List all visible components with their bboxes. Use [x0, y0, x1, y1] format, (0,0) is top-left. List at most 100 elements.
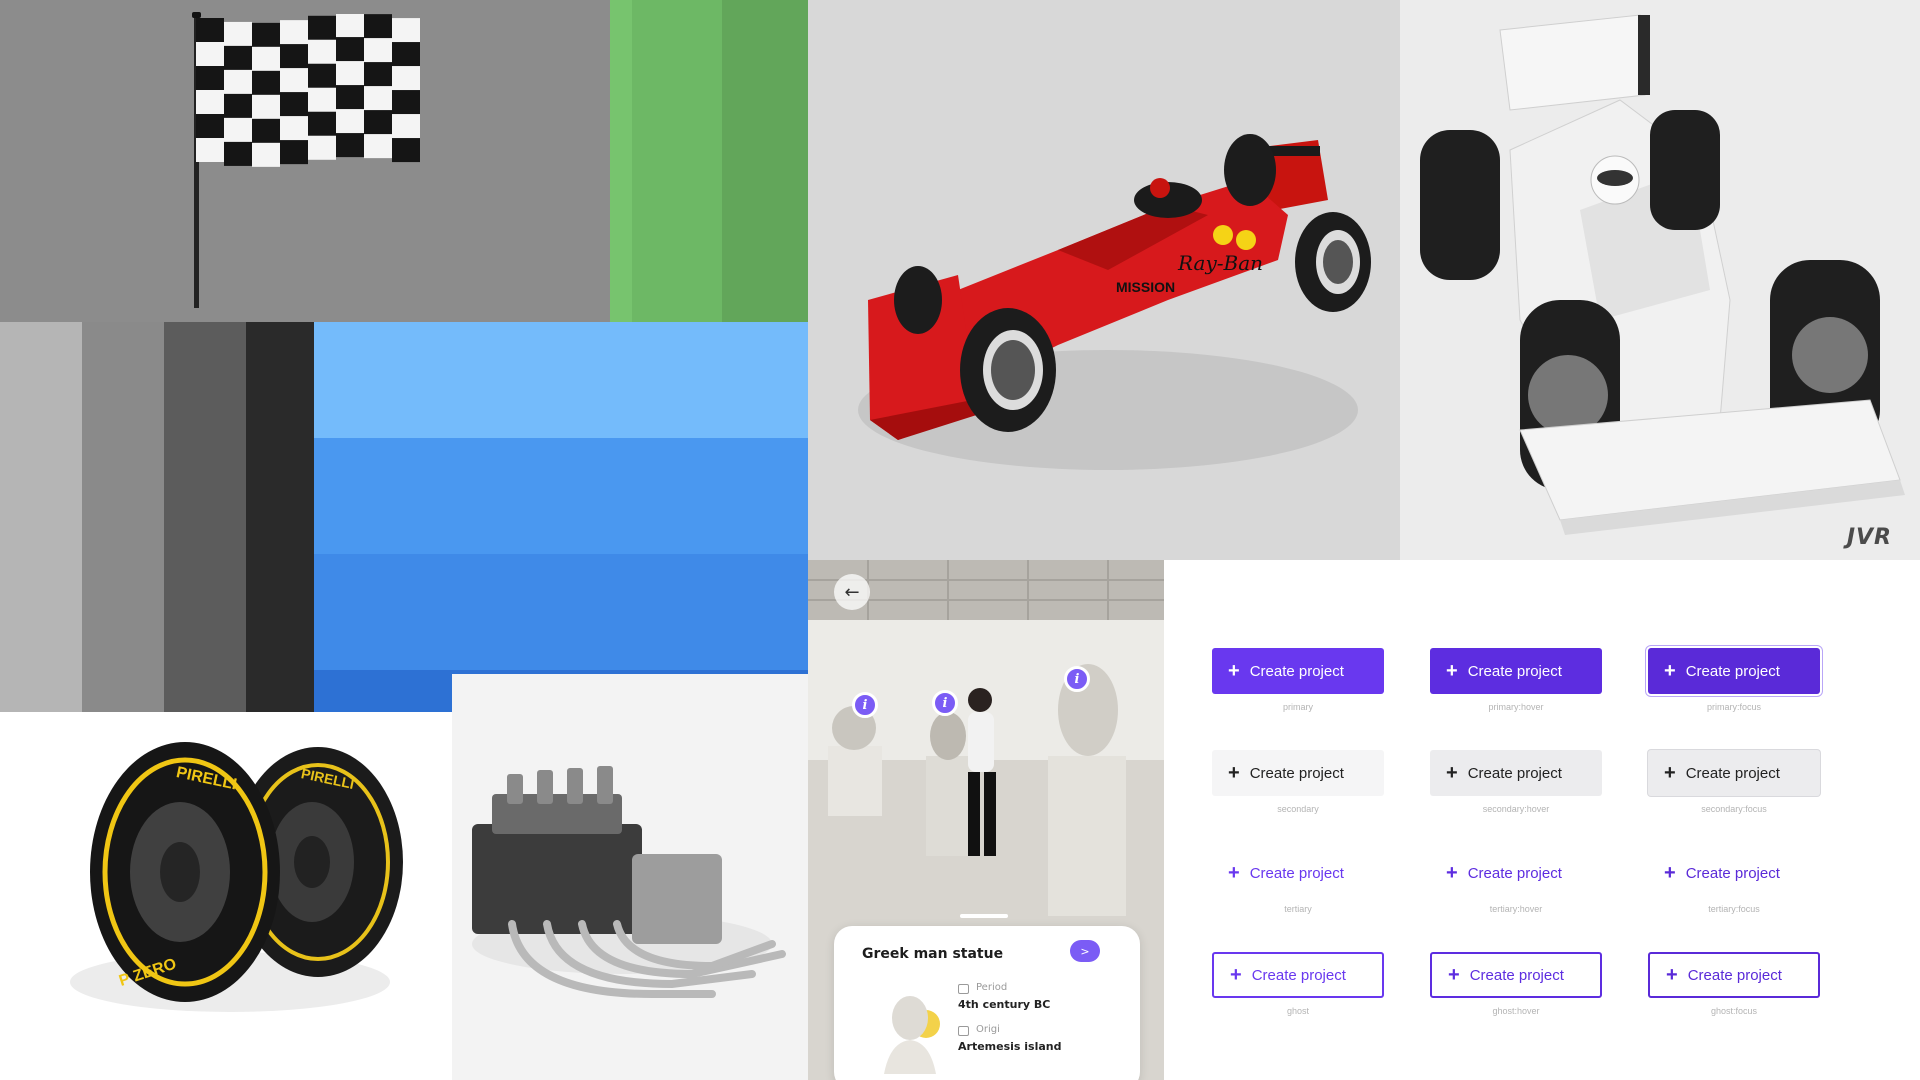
flag-square: [280, 44, 308, 69]
plus-icon: +: [1446, 762, 1458, 784]
plus-icon: +: [1446, 660, 1458, 682]
flag-square: [392, 138, 420, 163]
info-hotspot[interactable]: i: [1064, 666, 1090, 692]
gray-swatch: [246, 322, 314, 712]
flag-square: [392, 42, 420, 67]
button-label: Create project: [1251, 966, 1346, 984]
button-label: Create project: [1685, 864, 1780, 882]
flag-square: [196, 66, 224, 90]
flag-square: [392, 114, 420, 139]
create-project-button-tertiary-focus[interactable]: + Create project: [1648, 850, 1820, 896]
statue-thumbnail: [884, 996, 940, 1074]
flag-square: [392, 66, 420, 91]
flag-square: [336, 109, 364, 134]
period-value: 4th century BC: [958, 998, 1051, 1011]
variant-caption: secondary: [1277, 804, 1319, 814]
flag-square: [392, 18, 420, 43]
plus-icon: +: [1228, 862, 1240, 884]
checkered-flag-image: [0, 0, 610, 322]
red-car-illustration: Ray-Ban MISSION: [858, 134, 1371, 470]
flag-square: [364, 134, 392, 159]
flag-square: [252, 94, 280, 119]
flag-square: [252, 46, 280, 71]
variant-caption: secondary:hover: [1482, 804, 1550, 814]
create-project-button-tertiary[interactable]: + Create project: [1212, 850, 1384, 896]
flag-square: [364, 86, 392, 111]
flag-square: [364, 38, 392, 63]
create-project-button-ghost-focus[interactable]: + Create project: [1648, 952, 1820, 998]
gray-swatches: [0, 322, 314, 712]
green-swatch: [610, 0, 632, 322]
blue-swatches: [314, 322, 808, 712]
button-label: Create project: [1687, 966, 1782, 984]
flag-square: [280, 20, 308, 45]
flag-square: [308, 87, 336, 112]
flag-square: [364, 62, 392, 87]
flag-square: [392, 90, 420, 115]
white-car-illustration: [1420, 14, 1905, 535]
info-hotspot[interactable]: i: [852, 692, 878, 718]
create-project-button-primary-focus[interactable]: + Create project: [1648, 648, 1820, 694]
flag-square: [196, 90, 224, 114]
plus-icon: +: [1228, 660, 1240, 682]
variant-caption: ghost:hover: [1492, 1006, 1540, 1016]
green-swatch: [632, 0, 722, 322]
info-card: Greek man statue > Period 4th century BC…: [834, 926, 1140, 1080]
period-label: Period: [976, 982, 1008, 993]
variant-caption: primary:focus: [1706, 702, 1761, 712]
create-project-button-ghost[interactable]: + Create project: [1212, 952, 1384, 998]
create-project-button-secondary-hover[interactable]: + Create project: [1430, 750, 1602, 796]
gray-swatch: [82, 322, 164, 712]
button-label: Create project: [1467, 764, 1562, 782]
svg-text:MISSION: MISSION: [1116, 279, 1175, 295]
plus-icon: +: [1664, 762, 1676, 784]
variant-caption: tertiary: [1284, 904, 1312, 914]
drag-handle[interactable]: [960, 914, 1008, 918]
flag-square: [224, 21, 252, 46]
create-project-button-tertiary-hover[interactable]: + Create project: [1430, 850, 1602, 896]
engine-image: [452, 674, 808, 1080]
jvr-watermark: JVR: [1846, 525, 1892, 550]
plus-icon: +: [1230, 964, 1242, 986]
flag-square: [336, 85, 364, 110]
flag-square: [280, 140, 308, 165]
flag-square: [336, 61, 364, 86]
arrow-left-icon: ←: [844, 581, 860, 603]
green-swatch: [722, 0, 808, 322]
next-button[interactable]: >: [1070, 940, 1100, 962]
create-project-button-ghost-hover[interactable]: + Create project: [1430, 952, 1602, 998]
flag-square: [224, 93, 252, 118]
create-project-button-primary-hover[interactable]: + Create project: [1430, 648, 1602, 694]
variant-caption: tertiary:focus: [1708, 904, 1760, 914]
create-project-button-primary[interactable]: + Create project: [1212, 648, 1384, 694]
button-label: Create project: [1685, 662, 1780, 680]
flag-square: [196, 18, 224, 42]
flag-square: [196, 42, 224, 66]
origin-value: Artemesis island: [958, 1040, 1062, 1053]
back-button[interactable]: ←: [834, 574, 870, 610]
flag-square: [224, 141, 252, 166]
variant-caption: secondary:focus: [1701, 804, 1767, 814]
engine-illustration: [472, 766, 786, 998]
variant-caption: primary: [1282, 702, 1313, 712]
flag-square: [364, 14, 392, 39]
gray-swatch: [0, 322, 82, 712]
flag-square: [196, 138, 224, 162]
flag-square: [364, 110, 392, 135]
plus-icon: +: [1448, 964, 1460, 986]
blue-swatch: [314, 438, 808, 554]
plus-icon: +: [1228, 762, 1240, 784]
blue-swatch: [314, 554, 808, 670]
button-label: Create project: [1249, 764, 1344, 782]
create-project-button-secondary-focus[interactable]: + Create project: [1648, 750, 1820, 796]
button-label: Create project: [1249, 864, 1344, 882]
flag-square: [280, 116, 308, 141]
pirelli-tyres-image: PIRELLI PIRELLI P ZERO: [0, 712, 468, 1080]
create-project-button-secondary[interactable]: + Create project: [1212, 750, 1384, 796]
flag-square: [224, 45, 252, 70]
variant-caption: ghost: [1286, 1006, 1310, 1016]
origin-label: Origi: [976, 1024, 1000, 1035]
variant-caption: ghost:focus: [1710, 1006, 1758, 1016]
info-hotspot[interactable]: i: [932, 690, 958, 716]
artwork-title: Greek man statue: [862, 946, 1004, 962]
